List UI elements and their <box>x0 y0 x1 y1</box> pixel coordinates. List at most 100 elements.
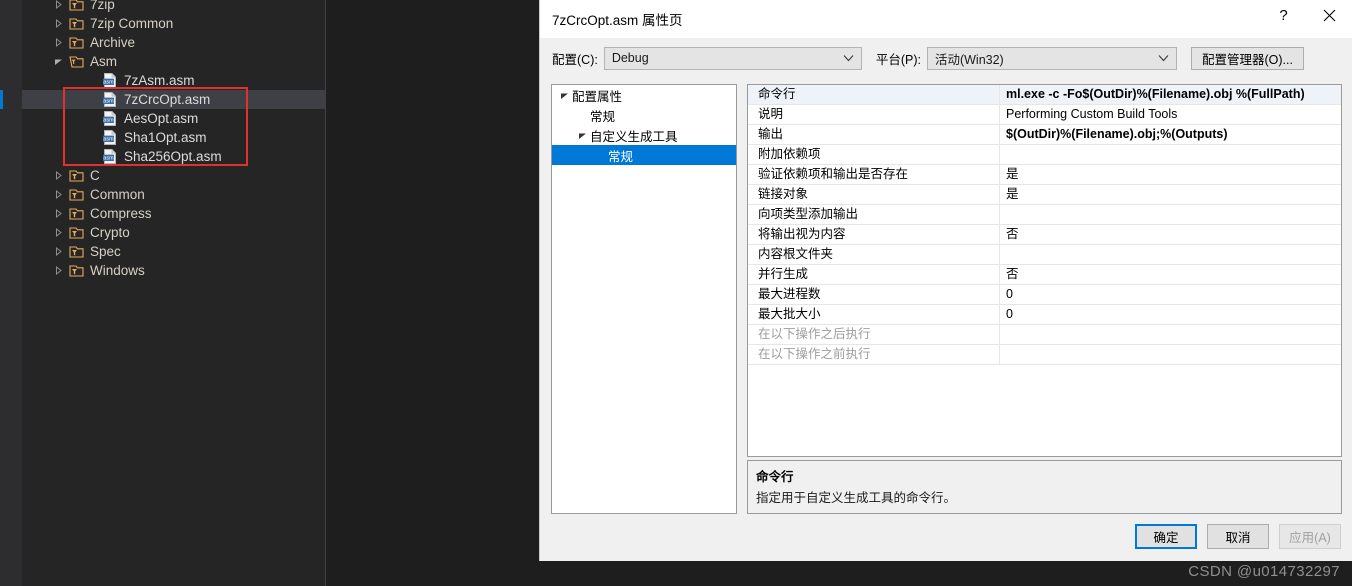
chevron-down-icon[interactable] <box>574 131 590 140</box>
chevron-right-icon[interactable] <box>50 204 66 223</box>
property-value[interactable] <box>1000 345 1341 364</box>
configuration-manager-button[interactable]: 配置管理器(O)... <box>1190 46 1304 70</box>
property-row[interactable]: 将输出视为内容否 <box>748 225 1341 245</box>
configuration-select-value: Debug <box>611 51 649 65</box>
property-name: 说明 <box>748 105 1000 124</box>
tree-node-c[interactable]: C <box>22 166 325 185</box>
tree-node-windows[interactable]: Windows <box>22 261 325 280</box>
property-value[interactable]: 0 <box>1000 305 1341 324</box>
chevron-right-icon[interactable] <box>50 185 66 204</box>
property-row[interactable]: 链接对象是 <box>748 185 1341 205</box>
tree-node-7zcrcopt-asm[interactable]: asm 7zCrcOpt.asm <box>0 90 325 109</box>
property-row[interactable]: 在以下操作之前执行 <box>748 345 1341 365</box>
property-value[interactable]: Performing Custom Build Tools <box>1000 105 1341 124</box>
tree-node-label: Windows <box>90 263 145 278</box>
property-value[interactable] <box>1000 145 1341 164</box>
property-navigation-tree[interactable]: 配置属性 常规 自定义生成工具 常规 <box>551 84 737 514</box>
tree-node-crypto[interactable]: Crypto <box>22 223 325 242</box>
property-row[interactable]: 最大批大小 0 <box>748 305 1341 325</box>
tree-node-label: Sha256Opt.asm <box>124 149 222 164</box>
property-value[interactable]: $(OutDir)%(Filename).obj;%(Outputs) <box>1000 125 1341 144</box>
property-value[interactable] <box>1000 205 1341 224</box>
solution-explorer-tree[interactable]: 7zip 7zip Common Archive Asm asm 7zAsm.asm asm… <box>0 0 325 280</box>
description-body: 指定用于自定义生成工具的命令行。 <box>756 491 957 505</box>
property-name: 最大批大小 <box>748 305 1000 324</box>
tree-node-7zip-common[interactable]: 7zip Common <box>22 14 325 33</box>
tree-node-label: C <box>90 168 100 183</box>
property-value[interactable]: 否 <box>1000 225 1341 244</box>
property-row[interactable]: 说明 Performing Custom Build Tools <box>748 105 1341 125</box>
svg-text:asm: asm <box>103 80 114 86</box>
filter-folder-icon <box>66 226 86 240</box>
property-value[interactable] <box>1000 325 1341 344</box>
tree-node-7zasm-asm[interactable]: asm 7zAsm.asm <box>22 71 325 90</box>
tree-node-sha256opt-asm[interactable]: asm Sha256Opt.asm <box>22 147 325 166</box>
property-name: 在以下操作之前执行 <box>748 345 1000 364</box>
chevron-right-icon[interactable] <box>50 223 66 242</box>
property-row[interactable]: 命令行 ml.exe -c -Fo$(OutDir)%(Filename).obj… <box>748 85 1341 105</box>
configuration-select[interactable]: Debug <box>603 46 862 70</box>
property-name: 命令行 <box>748 85 1000 104</box>
tree-node-7zip[interactable]: 7zip <box>22 0 325 14</box>
platform-label: 平台(P): <box>875 52 921 67</box>
tree-node-label: AesOpt.asm <box>124 111 199 126</box>
help-icon[interactable]: ? <box>1261 0 1306 31</box>
property-value[interactable]: 0 <box>1000 285 1341 304</box>
property-name: 附加依赖项 <box>748 145 1000 164</box>
chevron-right-icon[interactable] <box>50 33 66 52</box>
prop-tree-node-2[interactable]: 自定义生成工具 <box>552 125 736 145</box>
prop-tree-node-1[interactable]: 常规 <box>552 105 736 125</box>
tree-node-archive[interactable]: Archive <box>22 33 325 52</box>
chevron-right-icon[interactable] <box>50 242 66 261</box>
property-value[interactable]: 是 <box>1000 185 1341 204</box>
tree-node-label: Crypto <box>90 225 130 240</box>
filter-folder-icon <box>66 55 86 69</box>
close-icon[interactable] <box>1307 0 1352 31</box>
ok-button[interactable]: 确定 <box>1135 524 1197 549</box>
chevron-right-icon[interactable] <box>50 166 66 185</box>
tree-node-compress[interactable]: Compress <box>22 204 325 223</box>
filter-folder-icon <box>66 264 86 278</box>
prop-tree-node-label: 常规 <box>608 149 634 164</box>
property-row[interactable]: 附加依赖项 <box>748 145 1341 165</box>
prop-tree-node-3[interactable]: 常规 <box>552 145 736 165</box>
chevron-right-icon[interactable] <box>50 14 66 33</box>
filter-folder-icon <box>66 207 86 221</box>
property-grid[interactable]: 命令行 ml.exe -c -Fo$(OutDir)%(Filename).obj… <box>747 84 1342 457</box>
asm-file-icon: asm <box>100 73 120 88</box>
solution-explorer-panel[interactable]: 7zip 7zip Common Archive Asm asm 7zAsm.asm asm… <box>0 0 326 586</box>
property-value[interactable]: 否 <box>1000 265 1341 284</box>
cancel-button[interactable]: 取消 <box>1207 524 1269 549</box>
asm-file-icon: asm <box>100 111 120 126</box>
chevron-down-icon[interactable] <box>50 52 66 71</box>
platform-select[interactable]: 活动(Win32) <box>926 46 1177 70</box>
property-row[interactable]: 并行生成否 <box>748 265 1341 285</box>
property-pages-dialog[interactable]: 7zCrcOpt.asm 属性页 ? 配置(C): Debug 平台(P): 活… <box>539 0 1352 561</box>
property-row[interactable]: 向项类型添加输出 <box>748 205 1341 225</box>
property-row[interactable]: 验证依赖项和输出是否存在是 <box>748 165 1341 185</box>
tree-node-label: Compress <box>90 206 152 221</box>
chevron-right-icon[interactable] <box>50 0 66 14</box>
property-value[interactable] <box>1000 245 1341 264</box>
property-value[interactable]: 是 <box>1000 165 1341 184</box>
filter-folder-icon <box>66 245 86 259</box>
tree-node-label: 7zip <box>90 0 115 12</box>
tree-node-spec[interactable]: Spec <box>22 242 325 261</box>
chevron-down-icon[interactable] <box>556 91 572 100</box>
tree-node-common[interactable]: Common <box>22 185 325 204</box>
property-row[interactable]: 内容根文件夹 <box>748 245 1341 265</box>
property-row[interactable]: 输出 $(OutDir)%(Filename).obj;%(Outputs) <box>748 125 1341 145</box>
chevron-right-icon[interactable] <box>50 261 66 280</box>
prop-tree-node-0[interactable]: 配置属性 <box>552 85 736 105</box>
dialog-title-bar: 7zCrcOpt.asm 属性页 ? <box>540 0 1352 38</box>
chevron-down-icon <box>843 55 854 62</box>
tree-node-aesopt-asm[interactable]: asm AesOpt.asm <box>22 109 325 128</box>
dialog-footer: 确定 取消 应用(A) <box>540 524 1352 549</box>
property-name: 将输出视为内容 <box>748 225 1000 244</box>
property-value[interactable]: ml.exe -c -Fo$(OutDir)%(Filename).obj %(… <box>1000 85 1341 104</box>
tree-node-sha1opt-asm[interactable]: asm Sha1Opt.asm <box>22 128 325 147</box>
property-row[interactable]: 最大进程数 0 <box>748 285 1341 305</box>
tree-node-asm[interactable]: Asm <box>22 52 325 71</box>
property-row[interactable]: 在以下操作之后执行 <box>748 325 1341 345</box>
